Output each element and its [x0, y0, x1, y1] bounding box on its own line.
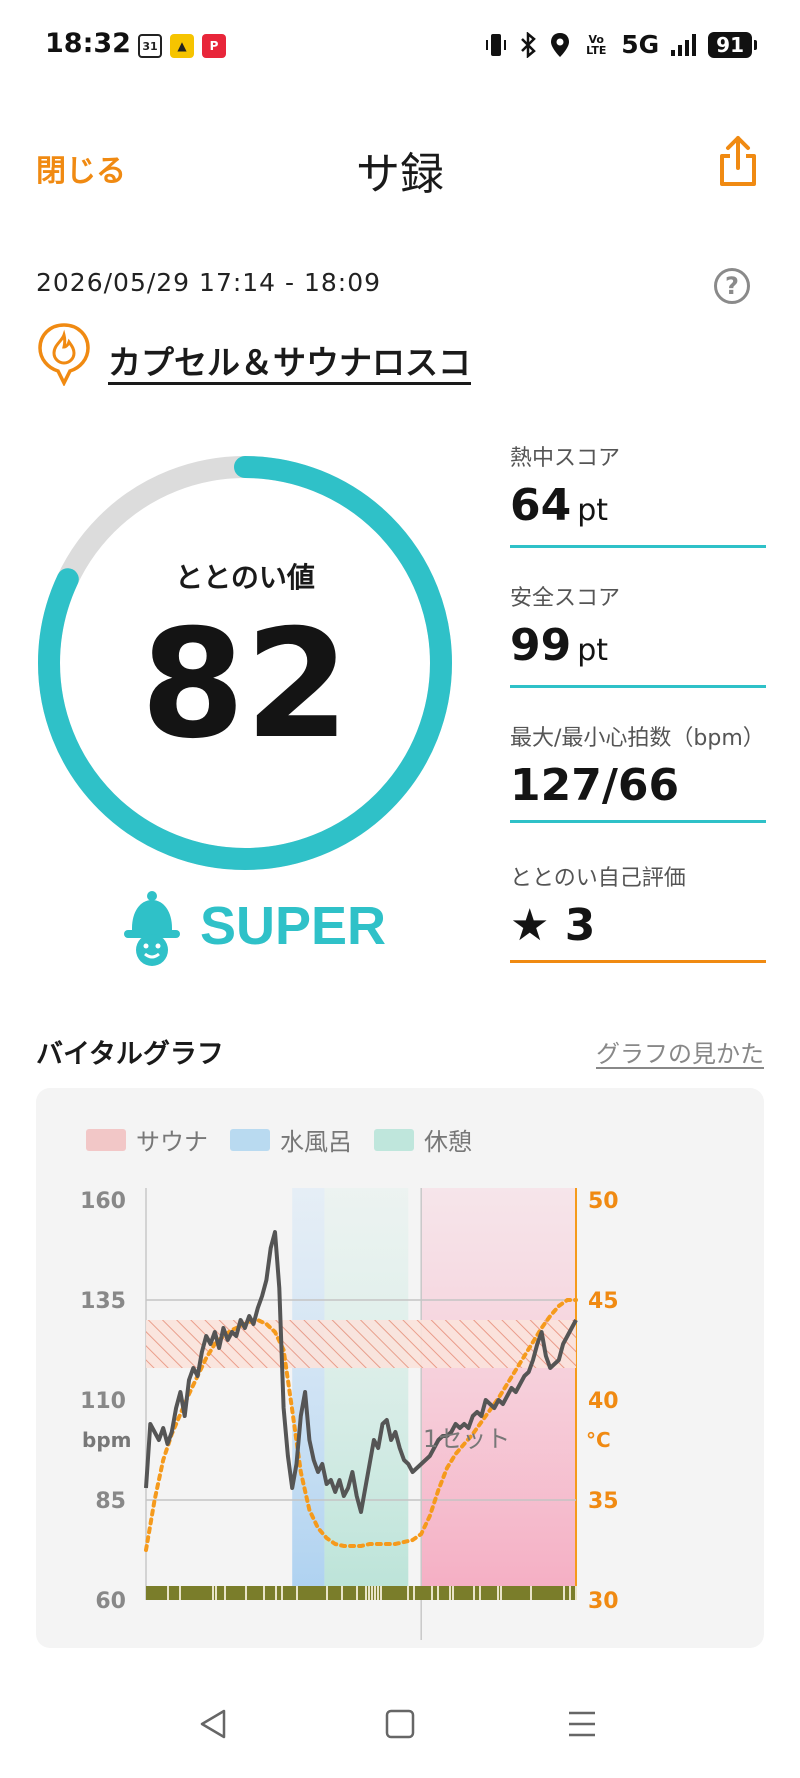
activity-gap	[263, 1586, 265, 1600]
y-left-tick: 85	[95, 1489, 126, 1514]
legend-water-bath: 水風呂	[230, 1122, 352, 1157]
activity-gap	[212, 1586, 214, 1600]
phase-sauna	[421, 1188, 576, 1600]
y-left-tick: 60	[95, 1589, 126, 1614]
activity-gap	[245, 1586, 247, 1600]
help-icon[interactable]: ?	[714, 268, 750, 304]
bluetooth-icon	[521, 31, 537, 58]
activity-gap	[500, 1586, 502, 1600]
activity-gap	[377, 1586, 379, 1600]
signal-icon	[671, 33, 697, 56]
stat-value: ★ 3	[510, 900, 596, 951]
totonoi-score-value: 82	[140, 598, 350, 772]
activity-gap	[452, 1586, 454, 1600]
phase-water	[292, 1188, 325, 1600]
heat-score-stat: 熱中スコア 64 pt	[510, 440, 766, 548]
activity-gap	[569, 1586, 571, 1600]
rank-label: SUPER	[200, 896, 387, 956]
calendar-app-icon: 31	[138, 34, 162, 58]
activity-gap	[449, 1586, 451, 1600]
activity-gap	[575, 1586, 577, 1600]
bell-character-icon	[124, 891, 180, 966]
activity-gap	[341, 1586, 343, 1600]
activity-strip	[146, 1586, 576, 1600]
activity-gap	[563, 1586, 565, 1600]
y-right-tick: 40	[588, 1389, 619, 1414]
location-icon	[551, 32, 570, 57]
page-title: サ録	[356, 149, 444, 200]
y-left-unit: bpm	[82, 1428, 131, 1452]
y-left-tick: 160	[80, 1189, 126, 1214]
status-time: 18:32	[45, 28, 131, 59]
set-label: 1セット	[423, 1425, 510, 1453]
volte-indicator: Vo LTE	[586, 32, 607, 57]
vital-graph-title: バイタルグラフ	[36, 1039, 224, 1070]
stat-label: 最大/最小心拍数（bpm）	[510, 726, 765, 751]
activity-gap	[374, 1586, 376, 1600]
activity-gap	[431, 1586, 433, 1600]
y-right-tick: 30	[588, 1589, 619, 1614]
y-right-unit: °C	[586, 1428, 611, 1452]
safety-score-stat: 安全スコア 99 pt	[510, 580, 766, 688]
sauna-facility-icon	[38, 323, 90, 386]
activity-gap	[275, 1586, 277, 1600]
activity-gap	[413, 1586, 415, 1600]
stat-value: 127/66	[510, 760, 680, 811]
facility-name-link[interactable]: カプセル＆サウナロスコ	[108, 336, 471, 384]
activity-gap	[179, 1586, 181, 1600]
activity-gap	[437, 1586, 439, 1600]
y-right-tick: 45	[588, 1289, 619, 1314]
y-right-tick: 50	[588, 1189, 619, 1214]
activity-gap	[296, 1586, 298, 1600]
activity-gap	[368, 1586, 370, 1600]
app-header: 閉じる サ録	[0, 120, 800, 210]
stat-value: 99 pt	[510, 620, 609, 671]
back-nav-icon[interactable]	[198, 1708, 228, 1740]
totonoi-score-label: ととのい値	[175, 561, 315, 594]
status-indicators: Vo LTE 5G 91	[485, 30, 757, 59]
activity-gap	[356, 1586, 358, 1600]
status-app-icons: 31 ▲ P	[138, 34, 226, 58]
paypay-app-icon: P	[202, 34, 226, 58]
activity-gap	[215, 1586, 217, 1600]
activity-gap	[326, 1586, 328, 1600]
stat-label: 安全スコア	[510, 586, 621, 611]
graph-guide-link[interactable]: グラフの見かた	[596, 1034, 764, 1069]
vibrate-icon	[486, 33, 507, 56]
activity-gap	[479, 1586, 481, 1600]
activity-gap	[473, 1586, 475, 1600]
graph-legend: サウナ 水風呂 休憩	[86, 1122, 472, 1157]
session-datetime: 2026/05/29 17:14 - 18:09	[36, 268, 382, 297]
stat-label: 熱中スコア	[510, 446, 621, 471]
heart-rate-stat: 最大/最小心拍数（bpm） 127/66	[510, 720, 766, 823]
activity-gap	[407, 1586, 409, 1600]
legend-sauna: サウナ	[86, 1122, 208, 1157]
battery-level: 91	[708, 31, 757, 58]
activity-gap	[371, 1586, 373, 1600]
phase-rest	[324, 1188, 409, 1600]
activity-gap	[530, 1586, 532, 1600]
stat-label: ととのい自己評価	[510, 866, 686, 891]
status-bar: 18:32 31 ▲ P Vo LTE 5G 91	[0, 0, 800, 90]
self-rating-stat[interactable]: ととのい自己評価 ★ 3	[510, 860, 766, 963]
stat-value: 64 pt	[510, 480, 609, 531]
activity-gap	[167, 1586, 169, 1600]
network-type: 5G	[621, 30, 660, 59]
activity-gap	[224, 1586, 226, 1600]
y-right-tick: 35	[588, 1489, 619, 1514]
home-nav-icon[interactable]	[384, 1708, 416, 1740]
vital-graph: 160 50 135 45 110 40 85 35 60 30 1セット bpm °C	[80, 1188, 619, 1640]
activity-gap	[365, 1586, 367, 1600]
menu-nav-icon[interactable]	[566, 1708, 598, 1740]
activity-gap	[380, 1586, 382, 1600]
legend-rest: 休憩	[374, 1122, 472, 1157]
y-left-tick: 110	[80, 1389, 126, 1414]
share-icon[interactable]	[716, 134, 760, 188]
y-left-tick: 135	[80, 1289, 126, 1314]
activity-gap	[281, 1586, 283, 1600]
activity-gap	[497, 1586, 499, 1600]
yellow-app-icon: ▲	[170, 34, 194, 58]
system-nav-bar	[0, 1680, 800, 1778]
